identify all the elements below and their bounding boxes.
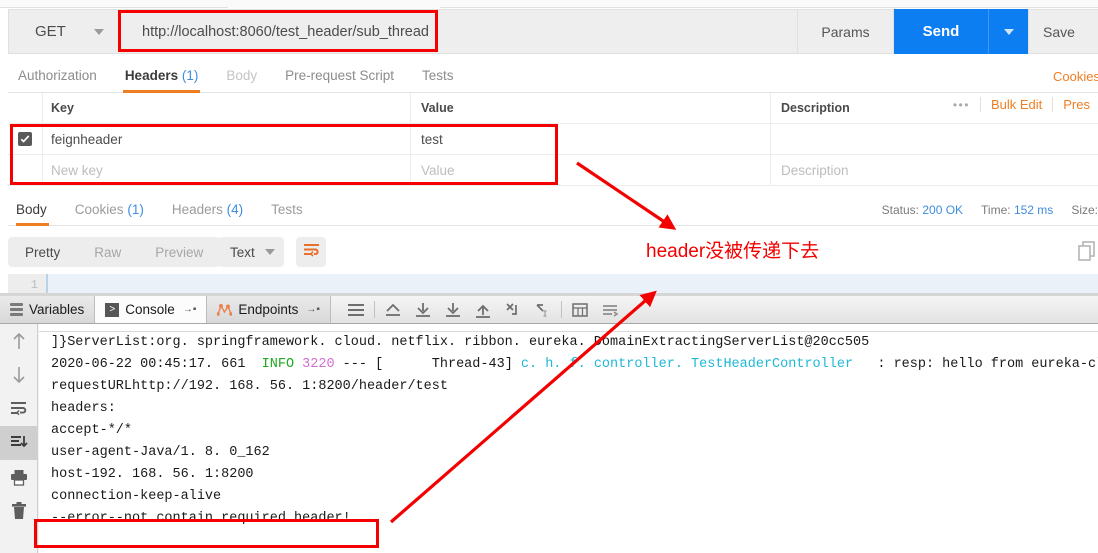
screenshot-root: GET http://localhost:8060/test_header/su… (0, 0, 1098, 553)
annotation-note: header没被传递下去 (646, 241, 820, 262)
annotation-arrows (389, 161, 677, 524)
annotation-arrow-bottom (389, 290, 657, 524)
annotation-arrow-top (576, 161, 677, 230)
